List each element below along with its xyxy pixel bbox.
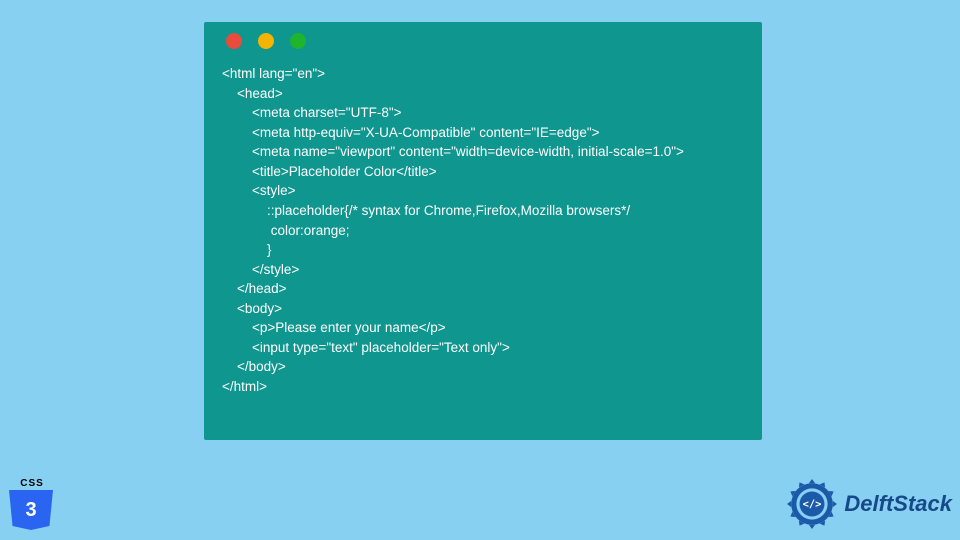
minimize-icon[interactable] [258,33,274,49]
brand-block: </> DelftStack [786,478,952,530]
code-content: <html lang="en"> <head> <meta charset="U… [204,60,762,415]
css3-shield-icon: 3 [9,490,53,530]
svg-text:</>: </> [803,499,822,511]
window-titlebar [204,22,762,60]
brand-gear-icon: </> [786,478,838,530]
css3-logo: CSS 3 [9,478,55,532]
maximize-icon[interactable] [290,33,306,49]
code-window: <html lang="en"> <head> <meta charset="U… [204,22,762,440]
close-icon[interactable] [226,33,242,49]
css3-label: CSS [17,478,47,489]
brand-text: DelftStack [844,491,952,517]
css3-number: 3 [25,499,36,522]
